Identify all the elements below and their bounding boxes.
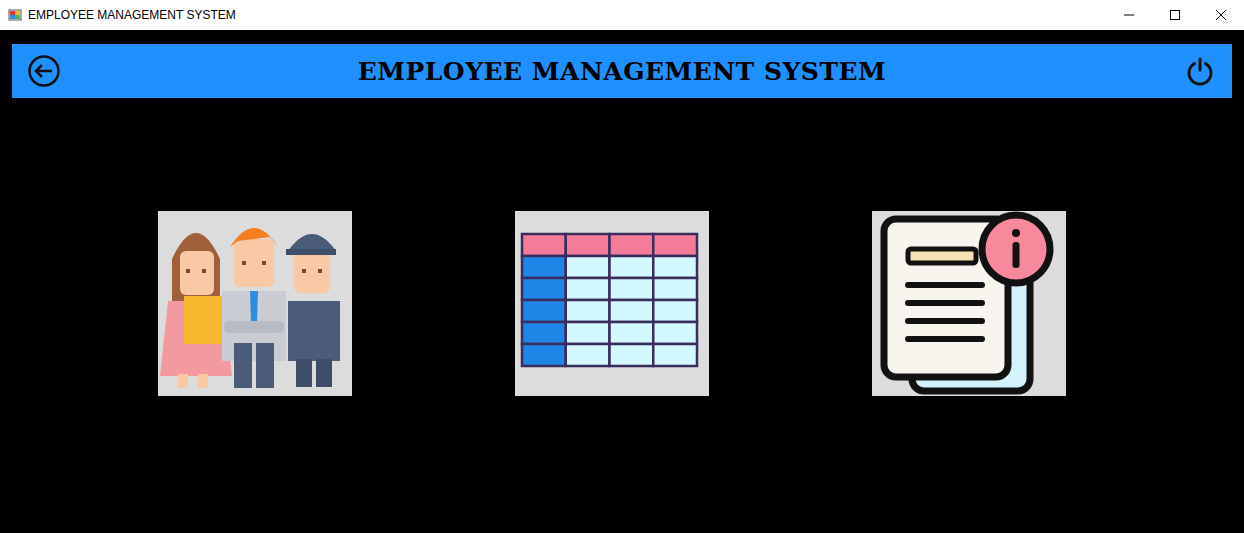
maximize-button[interactable] [1152,0,1198,30]
employees-tile[interactable] [158,211,352,396]
close-button[interactable] [1198,0,1244,30]
employees-icon [158,211,352,396]
back-button[interactable] [26,54,62,88]
records-table-tile[interactable] [515,211,709,396]
power-icon [1185,56,1215,86]
info-tile[interactable] [872,211,1066,396]
document-info-icon [872,211,1066,396]
header-title: EMPLOYEE MANAGEMENT SYSTEM [358,57,886,86]
back-arrow-icon [27,54,61,88]
main-content: EMPLOYEE MANAGEMENT SYSTEM [0,30,1244,533]
title-bar: EMPLOYEE MANAGEMENT SYSTEM [0,0,1244,30]
window-title: EMPLOYEE MANAGEMENT SYSTEM [28,8,236,22]
close-icon [1215,9,1227,21]
app-window: EMPLOYEE MANAGEMENT SYSTEM EMPLOYEE MANAG… [0,0,1244,533]
menu-tiles [12,211,1232,396]
header-bar: EMPLOYEE MANAGEMENT SYSTEM [12,44,1232,98]
app-icon [8,8,22,22]
power-button[interactable] [1182,56,1218,86]
table-icon [515,211,709,396]
maximize-icon [1169,9,1181,21]
minimize-icon [1123,9,1135,21]
minimize-button[interactable] [1106,0,1152,30]
